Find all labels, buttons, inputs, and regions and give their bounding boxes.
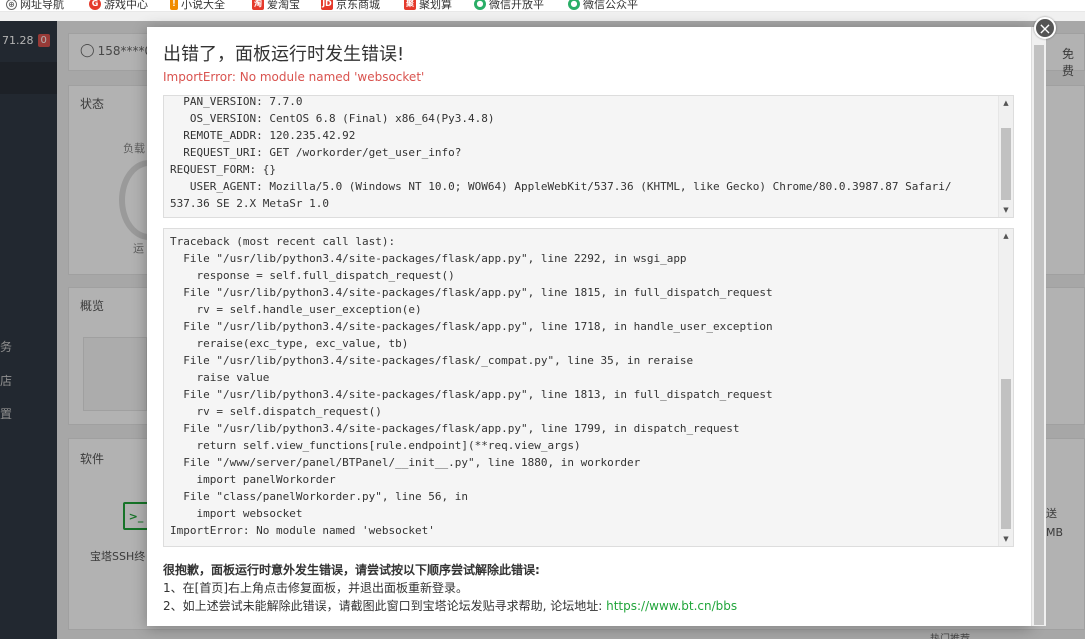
- globe-icon: ⊕: [6, 0, 17, 10]
- traceback-scrollbar-thumb[interactable]: [1001, 379, 1011, 529]
- bookmark-novels[interactable]: ! 小说大全: [170, 0, 225, 10]
- help-step-2: 2、如上述尝试未能解除此错误，请截图此窗口到宝塔论坛发贴寻求帮助, 论坛地址: …: [163, 599, 738, 613]
- wechat-icon: ●: [474, 0, 486, 10]
- help-step-1: 1、在[首页]右上角点击修复面板，并退出面板重新登录。: [163, 581, 469, 595]
- bookmark-nav[interactable]: ⊕ 网址导航: [6, 0, 64, 10]
- scroll-down-icon[interactable]: ▼: [999, 203, 1013, 217]
- jd-icon: JD: [321, 0, 333, 10]
- dialog-scrollbar[interactable]: [1031, 27, 1046, 626]
- dialog-scrollbar-thumb[interactable]: [1034, 45, 1044, 625]
- bookmark-wechat-open[interactable]: ● 微信开放平: [474, 0, 544, 10]
- traceback-box[interactable]: Traceback (most recent call last): File …: [163, 228, 1014, 547]
- traceback-scrollbar[interactable]: ▲ ▼: [998, 229, 1013, 546]
- error-message: ImportError: No module named 'websocket': [163, 70, 425, 84]
- close-button[interactable]: ×: [1034, 17, 1056, 39]
- taobao-icon: 淘: [252, 0, 264, 10]
- dialog-title: 出错了，面板运行时发生错误!: [163, 44, 405, 65]
- environment-info-text: PAN_VERSION: 7.7.0 OS_VERSION: CentOS 6.…: [170, 95, 952, 210]
- bookmark-jd[interactable]: JD 京东商城: [321, 0, 380, 10]
- env-scrollbar-thumb[interactable]: [1001, 128, 1011, 200]
- environment-info-box[interactable]: PAN_VERSION: 7.7.0 OS_VERSION: CentOS 6.…: [163, 95, 1014, 218]
- bookmark-games[interactable]: G 游戏中心: [89, 0, 148, 10]
- book-icon: !: [170, 0, 178, 10]
- traceback-text: Traceback (most recent call last): File …: [170, 235, 773, 537]
- scroll-down-icon[interactable]: ▼: [999, 532, 1013, 546]
- juhuasuan-icon: 聚: [404, 0, 416, 10]
- bookmark-juhuasuan[interactable]: 聚聚划算: [404, 0, 452, 10]
- bookmarks-bar: ⊕ 网址导航 G 游戏中心 ! 小说大全 淘爱淘宝 JD 京东商城 聚聚划算 ● 微信开放…: [0, 0, 1085, 12]
- game-icon: G: [89, 0, 101, 10]
- bookmark-wechat-mp[interactable]: ● 微信公众平: [568, 0, 638, 10]
- scroll-up-icon[interactable]: ▲: [999, 96, 1013, 110]
- help-title: 很抱歉，面板运行时意外发生错误，请尝试按以下顺序尝试解除此错误:: [163, 563, 540, 577]
- env-scrollbar[interactable]: ▲ ▼: [998, 96, 1013, 217]
- scroll-up-icon[interactable]: ▲: [999, 229, 1013, 243]
- wechat-icon: ●: [568, 0, 580, 10]
- forum-link[interactable]: https://www.bt.cn/bbs: [606, 599, 737, 613]
- bookmark-taobao[interactable]: 淘爱淘宝: [252, 0, 300, 10]
